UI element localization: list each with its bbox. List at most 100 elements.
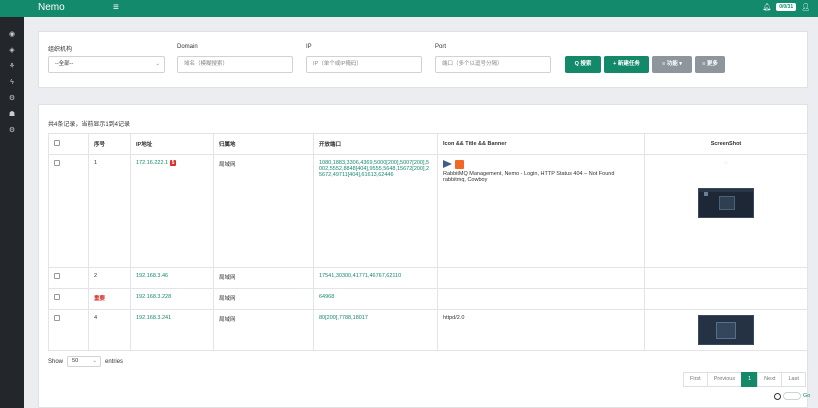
ip-cell: 172.16.222.1 5 (130, 154, 214, 268)
pagination: First Previous 1 Next Last (683, 372, 806, 387)
record-summary: 共4条记录，当前显示1到4记录 (48, 122, 131, 128)
screenshot-thumbnail[interactable] (698, 188, 754, 218)
user-icon[interactable]: 👤︎ (801, 3, 810, 11)
brand-logo[interactable]: Nemo (38, 2, 65, 13)
ip-link[interactable]: 192.168.3.241 (136, 315, 171, 321)
domain-label: Domain (177, 44, 198, 50)
page-size-select[interactable]: 50 ⌄ (67, 356, 102, 367)
select-all-header[interactable] (48, 133, 89, 155)
port-label: Port (435, 44, 447, 50)
results-panel: 共4条记录，当前显示1到4记录 序号 IP地址 归属地 开放端口 Icon &&… (38, 104, 810, 408)
ports-links[interactable]: 17541,30300,41771,46767,62110 (319, 273, 401, 279)
org-select-value: --全部-- (55, 61, 74, 67)
ip-table: 序号 IP地址 归属地 开放端口 Icon && Title && Banner… (48, 133, 808, 351)
goto-page-input[interactable] (783, 392, 801, 400)
org-label: 组织机构 (48, 47, 73, 53)
row-select-cell[interactable] (48, 267, 89, 289)
ip-cell: 192.168.3.228 (130, 288, 214, 310)
table-row: 4 192.168.3.241 局域网 80[200],7788,18017 h… (48, 309, 808, 351)
screenshot-cell (644, 309, 808, 351)
ip-cell: 192.168.3.241 (130, 309, 214, 351)
screenshot-thumbnail[interactable] (698, 315, 754, 345)
more-button[interactable]: ≡ 更多 (695, 56, 725, 73)
row-checkbox[interactable] (54, 160, 60, 166)
row-checkbox[interactable] (54, 315, 60, 321)
banner-cell: httpd/2.0 (437, 309, 645, 351)
chevron-down-icon: ⌄ (92, 358, 98, 364)
table-row: 1 172.16.222.1 5 局域网 1080,1883,3306,4369… (48, 154, 808, 268)
column-header[interactable]: 序号 (88, 133, 131, 155)
important-label: 重要 (94, 296, 106, 302)
banner-text: rabbitmq, Cowboy (443, 177, 488, 183)
ports-cell: 1080,1883,3306,4369,5000[200],5007[200],… (313, 154, 438, 268)
dashboard-icon[interactable]: ◉ (0, 27, 24, 43)
entries-label: entries (105, 358, 124, 365)
ports-links[interactable]: 80[200],7788,18017 (319, 315, 368, 321)
row-number: 1 (88, 154, 131, 268)
hamburger-icon[interactable]: ≡ (113, 2, 119, 13)
column-header[interactable]: IP地址 (130, 133, 214, 155)
ports-links[interactable]: 64968 (319, 294, 334, 300)
play-icon[interactable] (443, 160, 452, 168)
ip-link[interactable]: 172.16.222.1 (136, 160, 168, 166)
banner-cell (437, 267, 645, 289)
ports-cell: 80[200],7788,18017 (313, 309, 438, 351)
page-size-control: Show 50 ⌄ entries (48, 356, 123, 367)
org-select[interactable]: --全部-- ⌄ (48, 56, 165, 73)
vuln-count-badge[interactable]: 5 (169, 160, 177, 166)
row-select-cell[interactable] (48, 309, 89, 351)
ip-cell: 192.168.3.46 (130, 267, 214, 289)
table-row: 重要 192.168.3.228 局域网 64968 (48, 288, 808, 310)
ip-link[interactable]: 192.168.3.46 (136, 273, 168, 279)
search-button[interactable]: Q 搜索 (565, 56, 601, 73)
ports-cell: 64968 (313, 288, 438, 310)
bolt-icon[interactable]: ϟ (0, 75, 24, 91)
column-header[interactable]: 归属地 (213, 133, 314, 155)
first-page-button[interactable]: First (683, 372, 708, 387)
screenshot-cell (644, 288, 808, 310)
screenshot-cell (644, 267, 808, 289)
users-icon[interactable]: ☗ (0, 107, 24, 123)
row-select-cell[interactable] (48, 288, 89, 310)
show-label: Show (48, 358, 64, 365)
functions-dropdown-button[interactable]: ≡ 功能 ▾ (652, 56, 692, 73)
column-header[interactable]: 开放端口 (313, 133, 438, 155)
location-cell: 局域网 (213, 288, 314, 310)
new-task-button[interactable]: + 新建任务 (604, 56, 649, 73)
banner-cell: RabbitMQ Management, Nemo - Login, HTTP … (437, 154, 645, 268)
column-header: Icon && Title && Banner (437, 133, 645, 155)
loading-icon: ◌ (724, 160, 728, 166)
ports-links[interactable]: 1080,1883,3306,4369,5000[200],5007[200],… (319, 160, 429, 178)
bell-icon[interactable]: 🔔︎ (762, 3, 771, 11)
location-cell: 局域网 (213, 267, 314, 289)
ip-input[interactable]: IP（单个或IP掩码） (306, 56, 422, 73)
previous-page-button[interactable]: Previous (706, 372, 743, 387)
row-checkbox[interactable] (54, 294, 60, 300)
next-page-button[interactable]: Next (757, 372, 783, 387)
goto-page-control: Go (774, 392, 810, 400)
thumbnail-logo (704, 192, 708, 196)
screenshot-cell: ◌ (644, 154, 808, 268)
network-icon[interactable]: ⚘ (0, 59, 24, 75)
row-select-cell[interactable] (48, 154, 89, 268)
column-header: ScreenShot (644, 133, 808, 155)
current-page-button[interactable]: 1 (741, 372, 759, 387)
select-all-checkbox[interactable] (54, 140, 60, 146)
last-page-button[interactable]: Last (781, 372, 806, 387)
ip-link[interactable]: 192.168.3.228 (136, 294, 171, 300)
row-checkbox[interactable] (54, 273, 60, 279)
domain-input[interactable]: 域名（模糊搜索） (177, 56, 293, 73)
thumbnail-window (719, 196, 735, 210)
top-navbar: Nemo ≡ 🔔︎ 0/0/31 👤︎ (0, 0, 818, 17)
task-count-badge[interactable]: 0/0/31 (776, 3, 797, 11)
eye-icon[interactable]: ◈ (0, 43, 24, 59)
rabbitmq-icon[interactable] (455, 160, 464, 169)
table-header-row: 序号 IP地址 归属地 开放端口 Icon && Title && Banner… (48, 133, 808, 155)
row-number: 2 (88, 267, 131, 289)
cogs-icon[interactable]: ⚙ (0, 91, 24, 107)
settings-icon[interactable]: ⚙ (0, 123, 24, 139)
port-input[interactable]: 端口（多个以逗号分隔） (435, 56, 551, 73)
go-button[interactable]: Go (803, 393, 810, 399)
thumbnail-window (716, 322, 736, 339)
top-right-tools: 🔔︎ 0/0/31 👤︎ (762, 3, 810, 11)
